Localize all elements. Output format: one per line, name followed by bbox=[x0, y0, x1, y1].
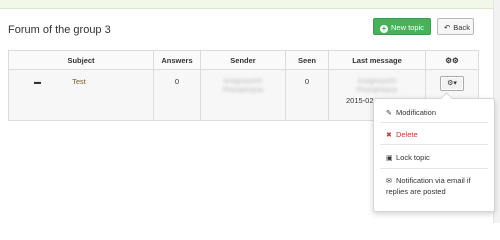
menu-divider bbox=[380, 122, 488, 123]
menu-item-email-notification[interactable]: ✉ Notification via email if replies are p… bbox=[386, 176, 490, 197]
actions-menu: ✎ Modification ✖ Delete ▣ Lock topic ✉ Notif… bbox=[373, 92, 495, 212]
menu-divider bbox=[380, 144, 488, 145]
sender-name[interactable]: knagooyorhl bbox=[202, 77, 284, 86]
menu-item-lock-topic[interactable]: ▣ Lock topic bbox=[386, 153, 430, 162]
menu-divider bbox=[380, 168, 488, 169]
topic-link[interactable]: Test bbox=[72, 77, 86, 86]
modification-label: Modification bbox=[396, 108, 437, 117]
gears-icon: ⚙⚙ bbox=[445, 55, 459, 65]
menu-item-delete[interactable]: ✖ Delete bbox=[386, 130, 418, 139]
delete-icon: ✖ bbox=[386, 132, 392, 139]
header-subject[interactable]: Subject bbox=[8, 50, 154, 70]
caret-down-icon: ▾ bbox=[453, 80, 457, 87]
table-header-row: Subject Answers Sender Seen Last message… bbox=[8, 50, 479, 70]
edit-icon: ✎ bbox=[386, 110, 392, 117]
header-answers[interactable]: Answers bbox=[153, 50, 201, 70]
new-topic-label: New topic bbox=[391, 23, 424, 32]
actions-dropdown-button[interactable]: ⚙▾ bbox=[440, 76, 464, 91]
back-label: Back bbox=[453, 23, 470, 32]
menu-item-modification[interactable]: ✎ Modification bbox=[386, 108, 436, 117]
envelope-icon: ✉ bbox=[386, 178, 392, 185]
back-arrow-icon: ↶ bbox=[444, 23, 451, 32]
plus-icon: + bbox=[380, 24, 388, 33]
new-topic-button[interactable]: + New topic bbox=[373, 18, 431, 35]
comment-icon: ▬ bbox=[34, 79, 41, 86]
back-button[interactable]: ↶ Back bbox=[437, 18, 474, 35]
header-sender[interactable]: Sender bbox=[200, 50, 286, 70]
last-sender-name[interactable]: knagooyorhl bbox=[330, 77, 424, 86]
delete-label: Delete bbox=[396, 130, 418, 139]
seen-cell: 0 bbox=[285, 69, 329, 121]
sender-cell: knagooyorhl Phoniphoyoo bbox=[200, 69, 286, 121]
subject-cell: ▬ Test bbox=[8, 69, 154, 121]
success-banner bbox=[0, 0, 494, 9]
sender-surname: Phoniphoyoo bbox=[222, 87, 264, 94]
header-actions: ⚙⚙ bbox=[425, 50, 479, 70]
lock-icon: ▣ bbox=[386, 155, 393, 162]
header-last-message[interactable]: Last message bbox=[328, 50, 426, 70]
page-title: Forum of the group 3 bbox=[8, 24, 111, 36]
answers-cell: 0 bbox=[153, 69, 201, 121]
notification-label: Notification via email if replies are po… bbox=[386, 176, 471, 196]
lock-label: Lock topic bbox=[396, 153, 430, 162]
header-seen[interactable]: Seen bbox=[285, 50, 329, 70]
last-sender-surname: Phoniphoyoo bbox=[356, 87, 398, 94]
